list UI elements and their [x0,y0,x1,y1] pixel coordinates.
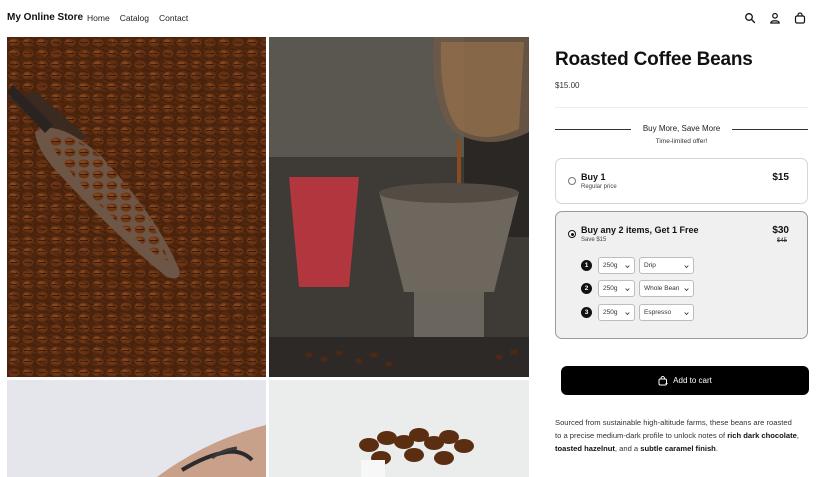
chevron-down-icon [684,287,689,291]
select-value: Espresso [644,308,672,316]
cart-bag-icon[interactable] [794,11,806,24]
desc-highlight: rich dark chocolate [727,431,797,440]
select-value: 250g [603,261,618,269]
weight-select[interactable]: 250g [598,256,635,274]
select-value: Drip [644,261,656,269]
grind-select[interactable]: Espresso [639,303,694,321]
store-logo[interactable]: My Online Store [7,12,83,23]
select-value: Whole Bean [644,284,680,292]
desc-highlight: subtle caramel finish [640,444,716,453]
option-subtitle: Regular price [581,184,617,190]
header-icons [744,11,806,24]
option-radio[interactable] [568,177,576,185]
option-compare-price: $45 [776,238,787,244]
bundle-item-row: 3 250g Espresso [581,303,694,321]
search-icon[interactable] [744,11,756,24]
add-to-cart-label: Add to cart [673,376,712,385]
bundle-item-row: 1 250g Drip [581,256,694,274]
main-nav: Home Catalog Contact [87,13,188,23]
product-gallery [7,37,529,477]
chevron-down-icon [625,264,630,268]
option-title: Buy any 2 items, Get 1 Free [581,225,699,235]
desc-text: . [715,444,718,453]
select-value: 250g [603,308,618,316]
option-radio-selected[interactable] [568,230,576,238]
bundle-item-row: 2 250g Whole Bean [581,279,694,297]
nav-home[interactable]: Home [87,13,110,23]
coffee-beans-closeup-image[interactable] [269,380,529,477]
coffee-pour-over-image[interactable] [269,37,529,377]
weight-select[interactable]: 250g [598,303,635,321]
product-description: Sourced from sustainable high-altitude f… [555,416,800,455]
add-to-cart-button[interactable]: Add to cart [561,366,809,395]
select-value: 250g [603,284,618,292]
product-price: $15.00 [555,81,580,90]
bundle-title: Buy More, Save More [642,124,721,133]
chevron-down-icon [625,311,630,315]
chevron-down-icon [684,311,689,315]
option-price: $15 [772,172,789,183]
desc-highlight: toasted hazelnut [555,444,615,453]
divider [555,107,808,108]
cart-plus-icon [658,375,668,385]
desc-text: , [796,431,799,440]
nav-contact[interactable]: Contact [159,13,188,23]
option-buy-2-get-1[interactable]: Buy any 2 items, Get 1 Free Save $15 $30… [555,211,808,339]
option-title: Buy 1 [581,172,606,182]
option-buy-1[interactable]: Buy 1 Regular price $15 [555,158,808,204]
tattooed-arm-image[interactable] [7,380,266,477]
grind-select[interactable]: Whole Bean [639,279,694,297]
chevron-down-icon [684,264,689,268]
product-title: Roasted Coffee Beans [555,49,753,70]
account-icon[interactable] [769,11,781,24]
site-header: My Online Store Home Catalog Contact [0,0,820,36]
weight-select[interactable]: 250g [598,279,635,297]
bundle-heading: Buy More, Save More Time-limited offer! [555,124,808,152]
option-price: $30 [772,225,789,236]
item-number-badge: 1 [581,259,592,271]
option-subtitle: Save $15 [581,237,607,243]
nav-catalog[interactable]: Catalog [120,13,149,23]
desc-text: , and a [614,444,641,453]
bundle-subtitle: Time-limited offer! [655,138,708,145]
item-number-badge: 3 [581,306,592,318]
item-number-badge: 2 [581,282,592,294]
grind-select[interactable]: Drip [639,256,694,274]
coffee-beans-scoop-image[interactable] [7,37,266,377]
chevron-down-icon [625,287,630,291]
